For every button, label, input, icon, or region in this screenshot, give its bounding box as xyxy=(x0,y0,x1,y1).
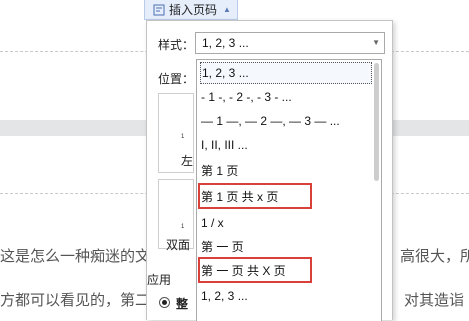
document-text-line-2-left: 方都可以看见的，第二 xyxy=(0,292,151,309)
style-option[interactable]: 1 / x xyxy=(200,212,373,234)
apply-range-label: 应用 xyxy=(147,273,172,287)
document-text-line-2-right: 对其造诣 xyxy=(404,292,465,309)
style-option[interactable]: 1, 2, 3 ... xyxy=(200,62,372,84)
insert-page-number-panel: 样式： 1, 2, 3 ... ▼ 位置： 1 左 1 双面 应用 整 1, 2… xyxy=(146,20,393,321)
style-label: 样式： xyxy=(158,38,195,52)
style-option[interactable]: - 1 -, - 2 -, - 3 - ... xyxy=(200,86,373,108)
document-text-line-1-right: 高很大，所 xyxy=(400,248,469,265)
page-number-icon xyxy=(153,4,165,16)
list-scrollbar[interactable] xyxy=(373,61,380,181)
chevron-up-icon: ▲ xyxy=(223,5,231,14)
style-option[interactable]: — 1 —, — 2 —, — 3 — ... xyxy=(200,110,373,132)
style-option-highlighted[interactable]: 第 一 页 共 X 页 xyxy=(198,257,373,283)
insert-page-number-button[interactable]: 插入页码 ▲ xyxy=(144,0,238,20)
style-option[interactable]: 第 1 页 xyxy=(200,160,373,182)
position-double-label: 双面 xyxy=(166,238,191,252)
document-text-line-1-left: 这是怎么一种痴迷的文 xyxy=(0,248,151,265)
style-select[interactable]: 1, 2, 3 ... ▼ xyxy=(195,32,385,54)
style-option[interactable]: I, II, III ... xyxy=(200,134,373,156)
scrollbar-thumb[interactable] xyxy=(374,63,379,181)
position-left-label: 左 xyxy=(181,154,194,168)
chevron-down-icon[interactable]: ▼ xyxy=(372,33,380,53)
style-options-list[interactable]: 1, 2, 3 ... - 1 -, - 2 -, - 3 - ... — 1 … xyxy=(196,59,382,321)
style-select-value: 1, 2, 3 ... xyxy=(202,36,249,50)
apply-range-option-label: 整 xyxy=(176,297,189,311)
position-label: 位置： xyxy=(158,72,195,86)
style-option[interactable]: 第 一 页 xyxy=(200,236,373,258)
style-option[interactable]: 1, 2, 3 ... xyxy=(200,285,373,307)
style-option-highlighted[interactable]: 第 1 页 共 x 页 xyxy=(198,183,373,209)
apply-range-radio[interactable] xyxy=(159,297,170,308)
insert-page-number-label: 插入页码 xyxy=(169,3,218,17)
